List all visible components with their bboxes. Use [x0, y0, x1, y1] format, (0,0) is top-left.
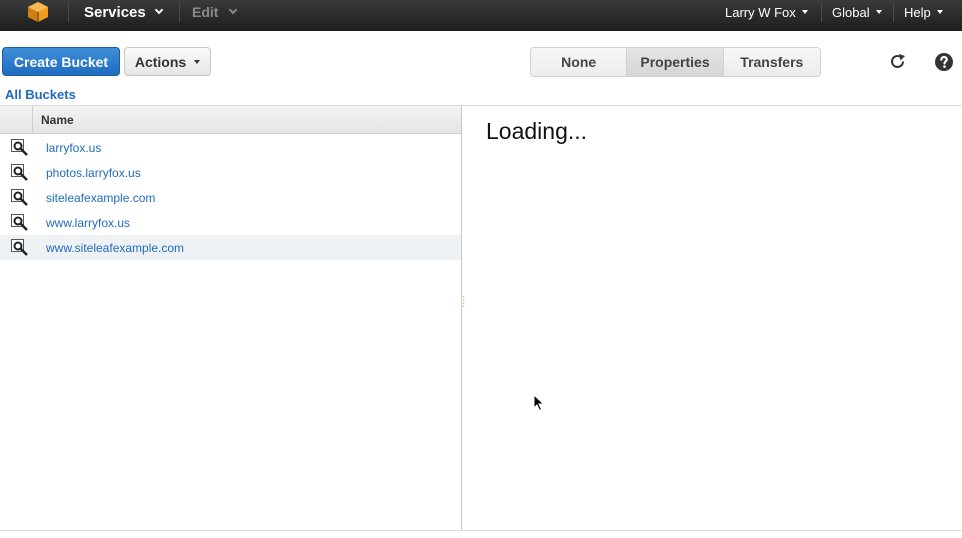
- refresh-icon[interactable]: [888, 52, 908, 72]
- bucket-name-link[interactable]: www.larryfox.us: [46, 216, 130, 230]
- table-header: Name: [0, 106, 461, 134]
- top-nav-bar: Services Edit Larry W Fox Global Help: [0, 0, 962, 31]
- chevron-down-icon: [154, 5, 163, 15]
- aws-logo-icon[interactable]: [27, 1, 49, 23]
- create-bucket-button[interactable]: Create Bucket: [2, 47, 120, 76]
- help-icon[interactable]: [934, 52, 954, 72]
- chevron-down-icon: [229, 5, 238, 15]
- name-column-header[interactable]: Name: [41, 113, 74, 127]
- table-row[interactable]: larryfox.us: [0, 135, 461, 160]
- all-buckets-breadcrumb[interactable]: All Buckets: [5, 87, 76, 102]
- edit-menu-label: Edit: [192, 4, 219, 20]
- view-transfers-button[interactable]: Transfers: [723, 48, 820, 76]
- caret-down-icon: [801, 10, 808, 14]
- bucket-name-link[interactable]: photos.larryfox.us: [46, 166, 141, 180]
- properties-pane: Loading...: [462, 105, 962, 530]
- icon-column-header: [0, 106, 33, 133]
- magnifier-icon[interactable]: [11, 164, 29, 181]
- bucket-name-link[interactable]: siteleafexample.com: [46, 191, 155, 205]
- nav-divider: [893, 3, 894, 22]
- table-row[interactable]: photos.larryfox.us: [0, 160, 461, 185]
- nav-divider: [821, 3, 822, 22]
- caret-down-icon: [194, 59, 201, 64]
- nav-divider: [179, 3, 180, 22]
- help-menu[interactable]: Help: [904, 0, 943, 24]
- actions-label: Actions: [134, 53, 187, 70]
- services-menu-label: Services: [84, 3, 146, 21]
- user-menu-label: Larry W Fox: [725, 4, 796, 20]
- view-mode-segmented-control: None Properties Transfers: [530, 47, 821, 77]
- magnifier-icon[interactable]: [11, 139, 29, 156]
- user-menu[interactable]: Larry W Fox: [725, 0, 808, 24]
- region-menu-label: Global: [832, 4, 870, 20]
- bucket-name-link[interactable]: www.siteleafexample.com: [46, 241, 184, 255]
- mouse-pointer-icon: [533, 394, 545, 412]
- view-none-button[interactable]: None: [531, 48, 628, 76]
- magnifier-icon[interactable]: [11, 189, 29, 206]
- caret-down-icon: [875, 10, 882, 14]
- bucket-list-pane: Name larryfox.us photos.larryfox.us site…: [0, 105, 461, 530]
- loading-text: Loading...: [486, 118, 588, 144]
- table-row[interactable]: www.larryfox.us: [0, 210, 461, 235]
- edit-menu[interactable]: Edit: [192, 0, 238, 24]
- table-row[interactable]: www.siteleafexample.com: [0, 235, 461, 260]
- bottom-border: [0, 530, 962, 531]
- magnifier-icon[interactable]: [11, 214, 29, 231]
- region-menu[interactable]: Global: [832, 0, 882, 24]
- help-menu-label: Help: [904, 4, 931, 20]
- magnifier-icon[interactable]: [11, 239, 29, 256]
- view-properties-button[interactable]: Properties: [627, 48, 724, 76]
- nav-divider: [68, 3, 69, 22]
- services-menu[interactable]: Services: [84, 0, 163, 24]
- caret-down-icon: [936, 10, 943, 14]
- table-row[interactable]: siteleafexample.com: [0, 185, 461, 210]
- bucket-name-link[interactable]: larryfox.us: [46, 141, 101, 155]
- actions-dropdown-button[interactable]: Actions: [124, 47, 211, 76]
